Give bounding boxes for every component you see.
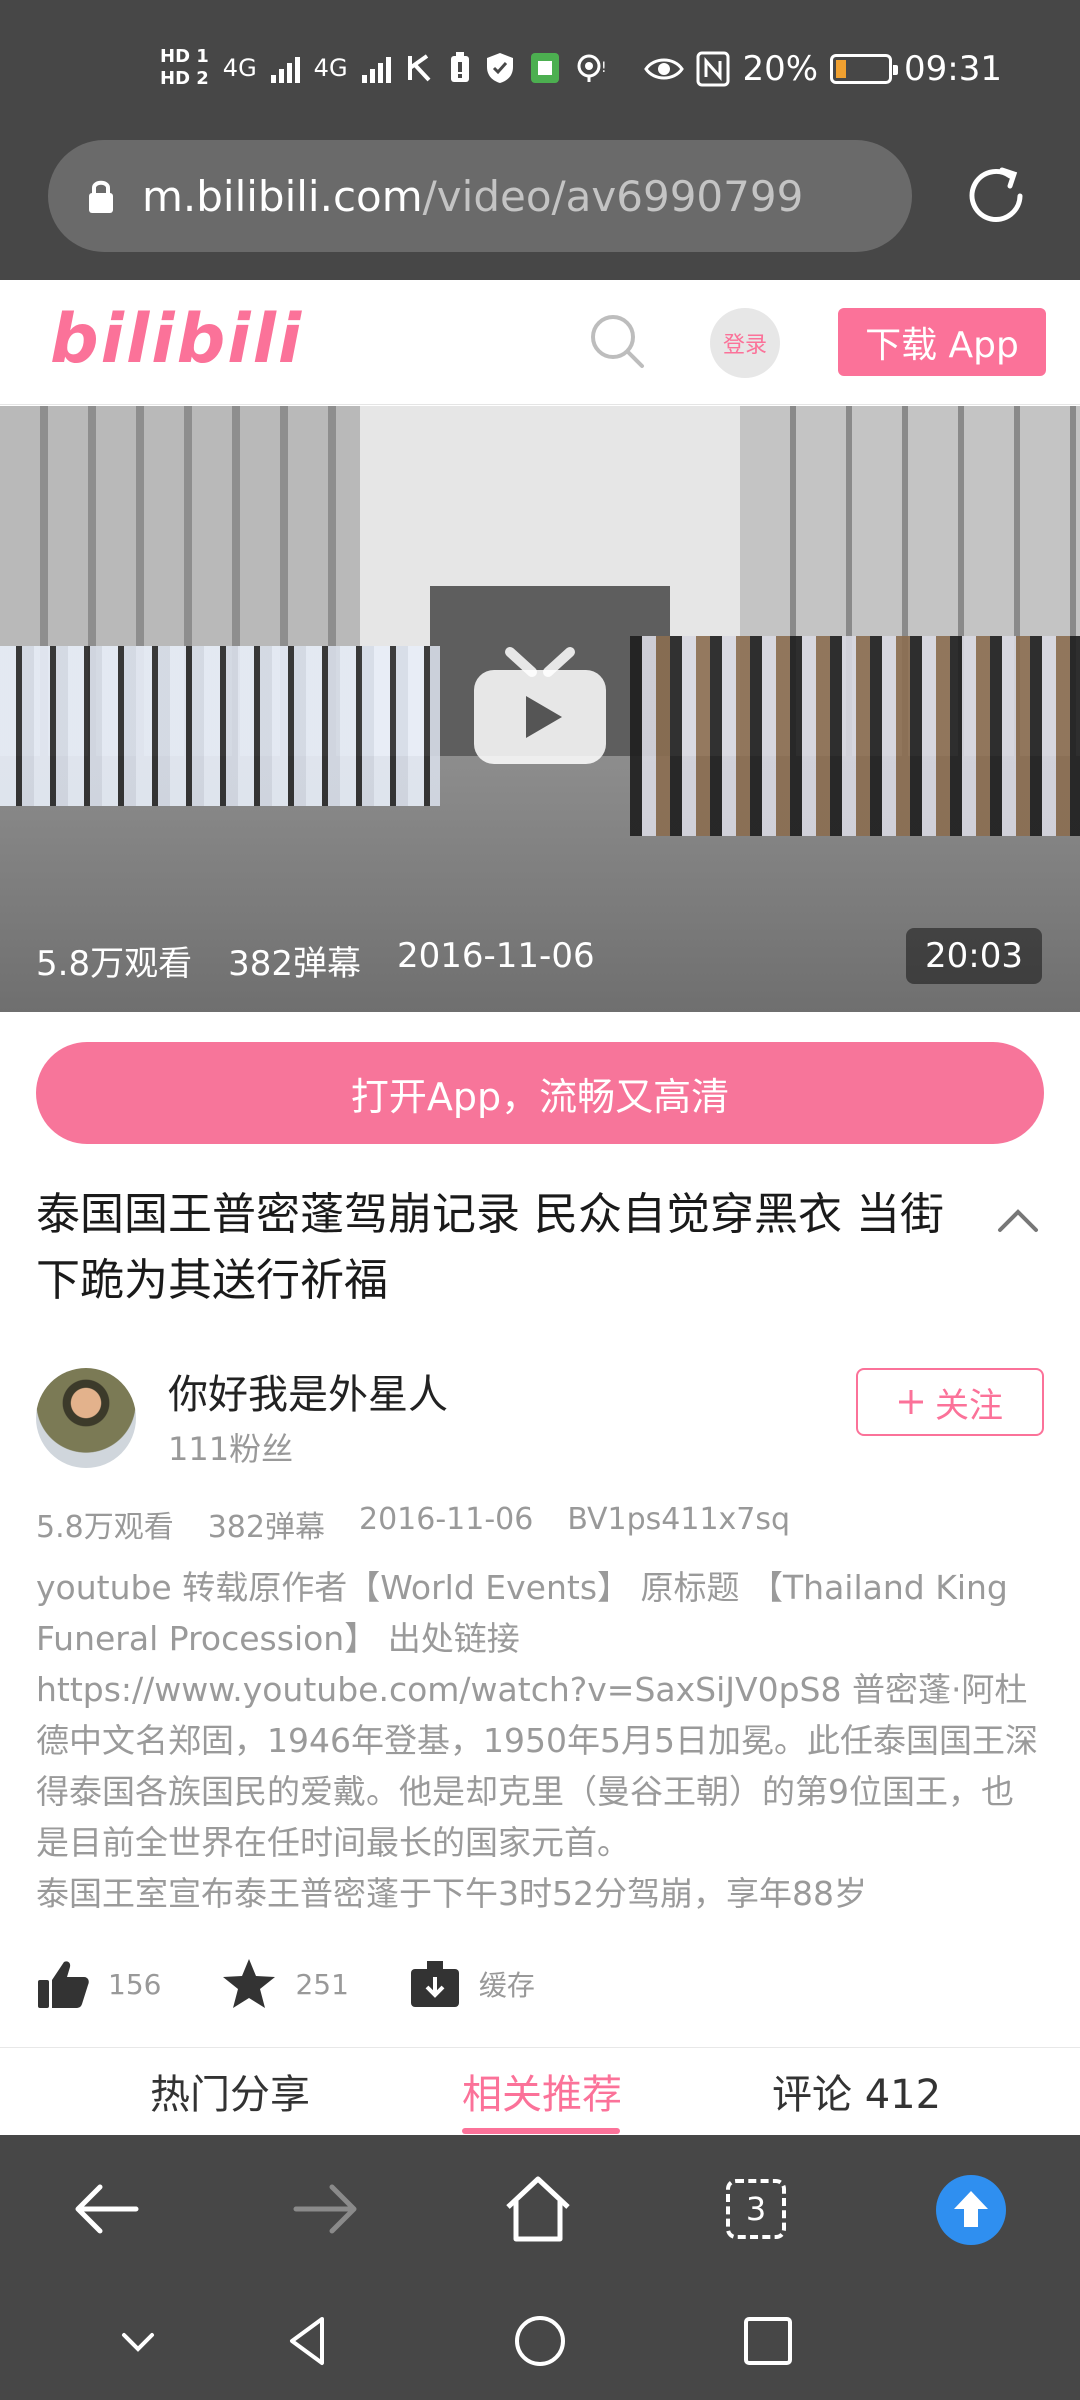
browser-address-area: m.bilibili.com/video/av6990799 bbox=[0, 140, 1080, 280]
video-description: youtube 转载原作者【World Events】 原标题 【Thailan… bbox=[36, 1562, 1046, 1919]
arrow-up-icon bbox=[954, 2191, 988, 2227]
home-icon[interactable] bbox=[500, 2171, 576, 2247]
video-views: 5.8万观看 bbox=[36, 944, 193, 984]
nav-back-icon[interactable] bbox=[282, 2313, 338, 2369]
stat-bvid: BV1ps411x7sq bbox=[567, 1502, 791, 1537]
battery-saver-icon bbox=[450, 52, 469, 82]
nav-recents-icon[interactable] bbox=[740, 2313, 796, 2369]
video-title: 泰国国王普密蓬驾崩记录 民众自觉穿黑衣 当街下跪为其送行祈福 bbox=[36, 1189, 944, 1306]
battery-fill bbox=[836, 60, 847, 78]
status-left-icons: HD 1 HD 2 4G 4G ! bbox=[160, 38, 609, 98]
plus-icon bbox=[899, 1390, 923, 1414]
url-domain: m.bilibili.com bbox=[142, 171, 423, 221]
active-tab-indicator bbox=[462, 2128, 620, 2134]
play-icon[interactable] bbox=[470, 646, 610, 766]
tab-comments[interactable]: 评论 412 bbox=[772, 2062, 941, 2120]
uploader-avatar[interactable] bbox=[36, 1368, 136, 1468]
address-bar[interactable]: m.bilibili.com/video/av6990799 bbox=[48, 140, 912, 252]
login-button[interactable]: 登录 bbox=[710, 308, 780, 378]
nav-home-icon[interactable] bbox=[512, 2313, 568, 2369]
follow-button[interactable]: 关注 bbox=[856, 1368, 1044, 1436]
site-header: bilibili 登录 下载 App bbox=[0, 280, 1080, 405]
nfc-icon bbox=[696, 51, 730, 87]
tab-hot-share[interactable]: 热门分享 bbox=[150, 2062, 310, 2120]
content-tabs: 热门分享 相关推荐 评论 412 bbox=[0, 2047, 1080, 2135]
video-duration: 20:03 bbox=[906, 928, 1042, 984]
network-type-2: 4G bbox=[313, 54, 348, 82]
video-player[interactable]: 5.8万观看 382弹幕 2016-11-06 20:03 bbox=[0, 406, 1080, 1012]
stat-views: 5.8万观看 bbox=[36, 1510, 174, 1545]
stat-date: 2016-11-06 bbox=[358, 1502, 534, 1537]
follow-label: 关注 bbox=[935, 1385, 1003, 1426]
uploader-fans: 111粉丝 bbox=[168, 1430, 294, 1468]
back-arrow-icon[interactable] bbox=[70, 2171, 146, 2247]
signal-icon bbox=[270, 53, 300, 83]
video-frame-crowd-right bbox=[630, 636, 1080, 836]
reload-icon[interactable] bbox=[958, 158, 1034, 234]
search-icon[interactable] bbox=[588, 312, 646, 370]
bilibili-logo[interactable]: bilibili bbox=[50, 300, 303, 379]
system-nav-bar bbox=[0, 2283, 1080, 2400]
favorite-button[interactable]: 251 bbox=[221, 1957, 349, 2011]
tabs-switcher-button[interactable]: 3 bbox=[726, 2179, 786, 2239]
browser-toolbar: 3 bbox=[0, 2135, 1080, 2283]
location-wireless-icon: ! bbox=[577, 54, 607, 82]
action-row: 156 251 缓存 bbox=[36, 1952, 595, 2016]
description-paragraph: 泰国王室宣布泰王普密蓬于下午3时52分驾崩，享年88岁 bbox=[36, 1874, 867, 1913]
k-app-icon bbox=[407, 54, 431, 82]
battery-icon bbox=[830, 54, 899, 84]
status-bar: HD 1 HD 2 4G 4G ! 20% 09:31 bbox=[0, 0, 1080, 140]
tab-related[interactable]: 相关推荐 bbox=[462, 2062, 622, 2120]
battery-percent: 20% bbox=[742, 49, 819, 89]
signal-icon-2 bbox=[361, 53, 391, 83]
network-type-1: 4G bbox=[222, 54, 257, 82]
uploader-name[interactable]: 你好我是外星人 bbox=[168, 1362, 448, 1420]
forward-arrow-icon[interactable] bbox=[286, 2171, 362, 2247]
star-icon bbox=[223, 1959, 276, 2008]
like-button[interactable]: 156 bbox=[36, 1958, 161, 2010]
chevron-up-icon[interactable] bbox=[994, 1200, 1042, 1240]
eye-comfort-icon bbox=[644, 58, 685, 80]
video-date: 2016-11-06 bbox=[396, 936, 595, 976]
open-app-button[interactable]: 打开App，流畅又高清 bbox=[36, 1042, 1044, 1144]
download-app-button[interactable]: 下载 App bbox=[838, 308, 1046, 376]
stat-danmaku: 382弹幕 bbox=[207, 1510, 325, 1545]
lock-icon bbox=[89, 180, 113, 213]
hd-indicator: HD 1 HD 2 bbox=[160, 46, 209, 89]
url-path: /video/av6990799 bbox=[422, 171, 804, 221]
cache-label: 缓存 bbox=[478, 1969, 535, 2002]
shield-icon bbox=[486, 53, 513, 83]
cache-button[interactable]: 缓存 bbox=[409, 1959, 535, 2009]
thumbs-up-icon bbox=[38, 1961, 89, 2008]
scroll-top-button[interactable] bbox=[936, 2175, 1006, 2245]
svg-text:!: ! bbox=[601, 60, 607, 76]
description-paragraph: youtube 转载原作者【World Events】 原标题 【Thailan… bbox=[36, 1568, 1038, 1862]
clock: 09:31 bbox=[904, 49, 1002, 89]
favorite-count: 251 bbox=[295, 1967, 349, 2001]
sim-card-icon bbox=[530, 53, 559, 83]
status-right-icons: 20% 09:31 bbox=[644, 44, 1002, 94]
video-meta-overlay: 5.8万观看 382弹幕 2016-11-06 bbox=[36, 936, 595, 985]
video-danmaku: 382弹幕 bbox=[228, 944, 361, 984]
video-stats: 5.8万观看 382弹幕 2016-11-06 BV1ps411x7sq bbox=[36, 1502, 790, 1546]
like-count: 156 bbox=[108, 1967, 162, 2001]
download-box-icon bbox=[410, 1961, 459, 2007]
video-frame-crowd-left bbox=[0, 646, 440, 806]
chevron-down-icon[interactable] bbox=[110, 2313, 166, 2369]
